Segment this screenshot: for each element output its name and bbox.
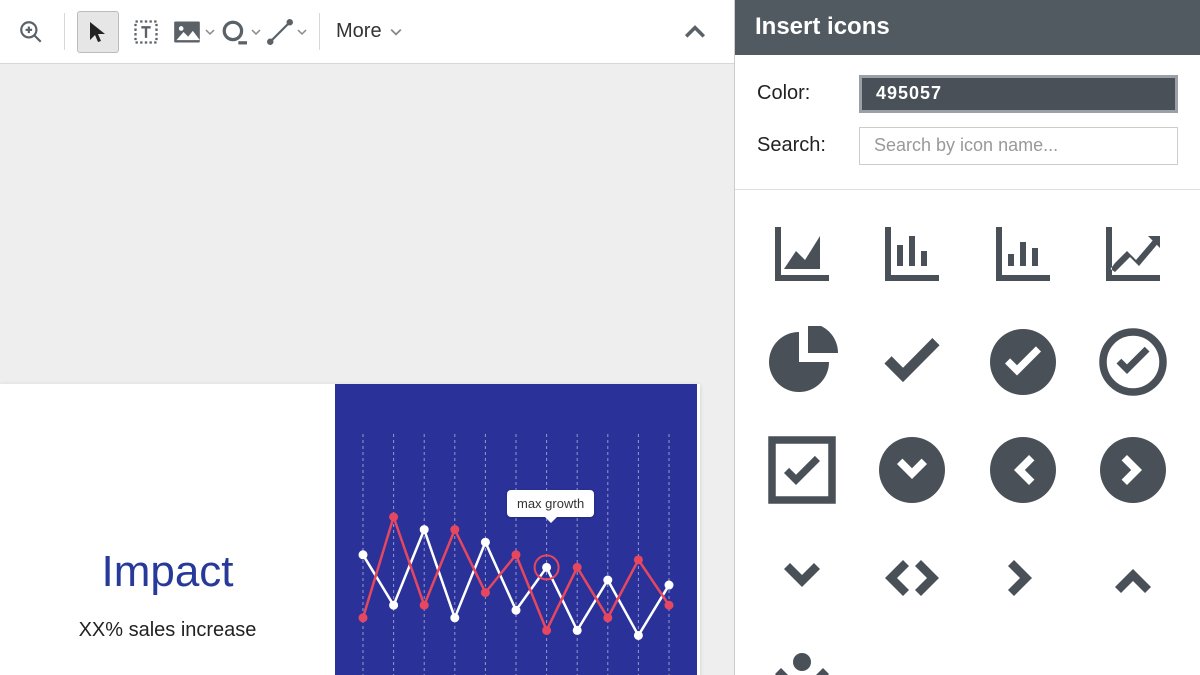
chevron-circle-down-icon[interactable] xyxy=(867,420,957,520)
panel-title: Insert icons xyxy=(735,0,1200,55)
image-tool[interactable] xyxy=(173,20,215,44)
line-tool[interactable] xyxy=(267,19,307,45)
slide[interactable]: Impact XX% sales increase max growth xyxy=(0,384,700,675)
chevron-circle-right-icon[interactable] xyxy=(1088,420,1178,520)
toolbar: More xyxy=(0,0,734,64)
color-label: Color: xyxy=(757,82,845,105)
check-circle-solid-icon[interactable] xyxy=(978,312,1068,412)
zoom-in-button[interactable] xyxy=(10,11,52,53)
more-menu[interactable]: More xyxy=(326,20,412,43)
color-input[interactable] xyxy=(859,75,1178,113)
slide-subtitle[interactable]: XX% sales increase xyxy=(79,619,257,642)
icon-grid xyxy=(735,190,1200,675)
check-icon[interactable] xyxy=(867,312,957,412)
shape-tool[interactable] xyxy=(221,19,261,45)
pointer-tool[interactable] xyxy=(77,11,119,53)
search-input[interactable] xyxy=(859,127,1178,165)
textbox-tool[interactable] xyxy=(125,11,167,53)
pie-chart-icon[interactable] xyxy=(757,312,847,412)
canvas[interactable]: Impact XX% sales increase max growth xyxy=(0,64,734,675)
line-chart-up-icon[interactable] xyxy=(1088,204,1178,304)
check-circle-outline-icon[interactable] xyxy=(1088,312,1178,412)
more-label: More xyxy=(336,20,382,43)
chevron-left-right-icon[interactable] xyxy=(867,528,957,628)
insert-icons-panel: Insert icons Color: Search: xyxy=(735,0,1200,675)
area-chart-icon[interactable] xyxy=(757,204,847,304)
editor-pane: More Impact XX% sales increase xyxy=(0,0,735,675)
chevron-circle-left-icon[interactable] xyxy=(978,420,1068,520)
chevron-down-icon[interactable] xyxy=(757,528,847,628)
search-label: Search: xyxy=(757,134,845,157)
slide-title[interactable]: Impact xyxy=(101,547,233,597)
bar-chart-alt-icon[interactable] xyxy=(978,204,1068,304)
slide-chart[interactable]: max growth xyxy=(335,384,697,675)
chevron-up-icon[interactable] xyxy=(1088,528,1178,628)
chevron-right-icon[interactable] xyxy=(978,528,1068,628)
check-square-icon[interactable] xyxy=(757,420,847,520)
collapse-toolbar-button[interactable] xyxy=(660,21,730,43)
bar-chart-icon[interactable] xyxy=(867,204,957,304)
chart-tooltip: max growth xyxy=(507,490,594,517)
person-arms-icon[interactable] xyxy=(757,636,847,675)
